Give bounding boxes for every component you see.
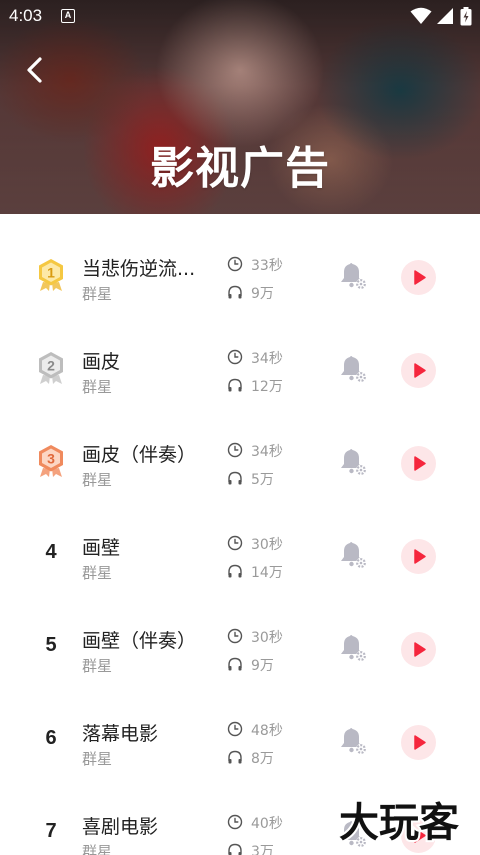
play-icon	[414, 270, 426, 285]
song-title: 画壁（伴奏）	[82, 630, 197, 652]
notification-icon: A	[61, 9, 75, 23]
play-icon	[414, 456, 426, 471]
song-plays: 14万	[251, 565, 283, 581]
play-button[interactable]	[401, 446, 436, 481]
clock-icon	[227, 535, 243, 551]
signal-icon	[437, 8, 453, 24]
song-duration: 33秒	[251, 258, 283, 274]
song-plays: 5万	[251, 472, 274, 488]
play-button[interactable]	[401, 260, 436, 295]
gold-medal-icon: 1	[39, 259, 63, 291]
song-plays: 12万	[251, 379, 283, 395]
status-time: 4:03	[9, 6, 43, 25]
song-title: 落幕电影	[82, 723, 159, 745]
song-artist: 群星	[82, 843, 113, 855]
song-plays: 3万	[251, 844, 274, 855]
play-icon	[414, 735, 426, 750]
list-item[interactable]: 1 当悲伤逆流... 群星 33秒 9万	[0, 214, 480, 307]
play-button[interactable]	[401, 632, 436, 667]
clock-icon	[227, 256, 243, 272]
clock-icon	[227, 628, 243, 644]
song-duration: 30秒	[251, 537, 283, 553]
play-button[interactable]	[401, 725, 436, 760]
silver-medal-icon: 2	[39, 352, 63, 384]
list-item[interactable]: 2 画皮 群星 34秒 12万	[0, 307, 480, 400]
song-plays: 8万	[251, 751, 274, 767]
ringtone-bell-icon[interactable]	[338, 354, 368, 384]
song-duration: 40秒	[251, 816, 283, 832]
play-button[interactable]	[401, 353, 436, 388]
song-title: 画皮	[82, 351, 121, 373]
play-icon	[414, 363, 426, 378]
play-icon	[414, 549, 426, 564]
play-icon	[414, 642, 426, 657]
song-artist: 群星	[82, 750, 113, 768]
headphones-icon	[228, 657, 242, 671]
song-duration: 34秒	[251, 351, 283, 367]
headphones-icon	[228, 471, 242, 485]
clock-icon	[227, 442, 243, 458]
rank-number: 2	[47, 358, 55, 374]
ringtone-bell-icon[interactable]	[338, 726, 368, 756]
back-button[interactable]	[20, 54, 50, 86]
list-item[interactable]: 6 落幕电影 群星 48秒 8万	[0, 679, 480, 772]
rank-number: 6	[45, 727, 57, 749]
rank-number: 5	[45, 634, 57, 656]
battery-icon	[460, 7, 472, 26]
song-title: 画皮（伴奏）	[82, 444, 197, 466]
watermark-logo: 大玩客	[337, 798, 461, 846]
song-duration: 48秒	[251, 723, 283, 739]
ringtone-bell-icon[interactable]	[338, 540, 368, 570]
ringtone-bell-icon[interactable]	[338, 633, 368, 663]
svg-text:大玩客: 大玩客	[339, 800, 459, 846]
clock-icon	[227, 349, 243, 365]
song-plays: 9万	[251, 286, 274, 302]
status-bar: 4:03 A	[0, 0, 480, 32]
header-banner: 4:03 A 影视广告	[0, 0, 480, 214]
song-plays: 9万	[251, 658, 274, 674]
rank-number: 7	[45, 820, 57, 842]
song-duration: 34秒	[251, 444, 283, 460]
headphones-icon	[228, 564, 242, 578]
song-artist: 群星	[82, 378, 113, 396]
list-item[interactable]: 5 画壁（伴奏） 群星 30秒 9万	[0, 586, 480, 679]
headphones-icon	[228, 843, 242, 855]
list-item[interactable]: 4 画壁 群星 30秒 14万	[0, 493, 480, 586]
headphones-icon	[228, 285, 242, 299]
song-artist: 群星	[82, 657, 113, 675]
bronze-medal-icon: 3	[39, 445, 63, 477]
ringtone-bell-icon[interactable]	[338, 447, 368, 477]
headphones-icon	[228, 378, 242, 392]
song-title: 喜剧电影	[82, 816, 159, 838]
song-title: 画壁	[82, 537, 121, 559]
play-button[interactable]	[401, 539, 436, 574]
list-item[interactable]: 3 画皮（伴奏） 群星 34秒 5万	[0, 400, 480, 493]
song-duration: 30秒	[251, 630, 283, 646]
rank-number: 3	[47, 451, 55, 467]
song-artist: 群星	[82, 285, 113, 303]
wifi-icon	[410, 7, 432, 24]
clock-icon	[227, 721, 243, 737]
clock-icon	[227, 814, 243, 830]
ringtone-bell-icon[interactable]	[338, 261, 368, 291]
rank-number: 4	[45, 541, 57, 563]
page-title: 影视广告	[150, 143, 330, 194]
song-artist: 群星	[82, 471, 113, 489]
song-title: 当悲伤逆流...	[82, 258, 196, 280]
song-artist: 群星	[82, 564, 113, 582]
rank-number: 1	[47, 265, 55, 281]
headphones-icon	[228, 750, 242, 764]
